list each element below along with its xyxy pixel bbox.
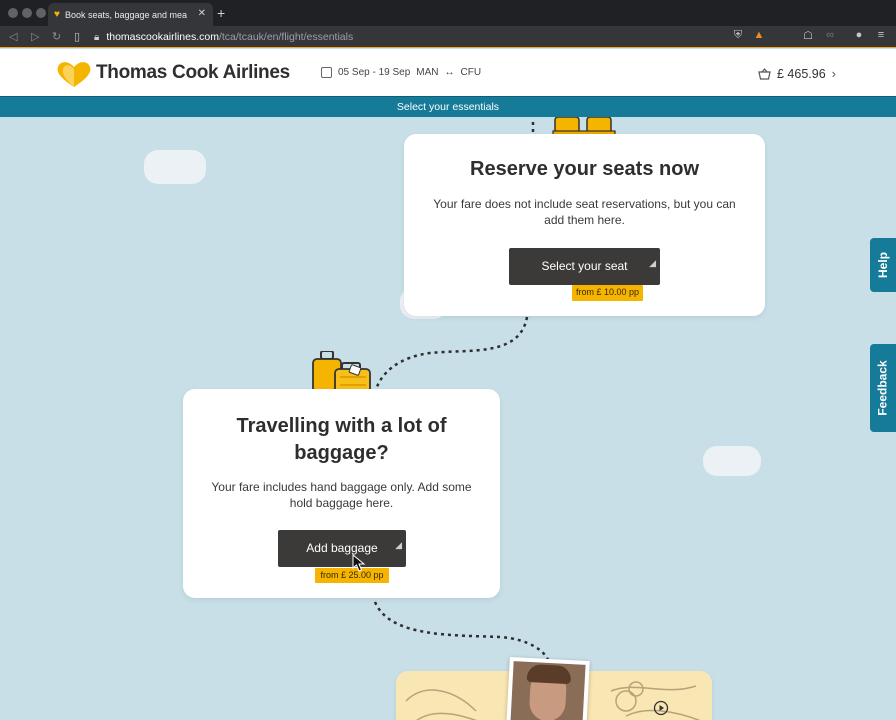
feedback-label: Feedback [876,360,891,416]
route-to: CFU [460,67,482,78]
reload-icon[interactable]: ↻ [52,30,61,43]
profile-avatar-icon[interactable]: ● [852,29,866,43]
basket-total: £ 465.96 [777,66,826,81]
route-from: MAN [416,67,439,78]
thomas-cook-heart-icon[interactable] [56,60,92,88]
feedback-tab[interactable]: Feedback [870,344,896,432]
back-icon[interactable]: ◁ [9,30,17,43]
mouse-cursor-icon [352,554,366,572]
resize-corner-icon: ◢ [649,258,656,268]
lock-icon: 🔒︎ [94,31,100,43]
new-tab-icon[interactable]: + [217,5,225,21]
play-icon[interactable] [653,700,669,716]
video-thumbnail[interactable] [506,656,590,720]
seat-price-badge: from £ 10.00 pp [572,285,643,301]
essentials-banner: Select your essentials [0,96,896,117]
baggage-card: Travelling with a lot of baggage? Your f… [183,389,500,598]
extension-icon[interactable]: ☖ [801,29,815,43]
address-bar[interactable]: 🔒︎ thomascookairlines.com/tca/tcauk/en/f… [94,28,724,46]
help-label: Help [876,251,891,279]
baggage-title-line2: baggage? [294,442,389,464]
reserve-seats-description: Your fare does not include seat reservat… [433,197,736,227]
add-baggage-label: Add baggage [306,541,378,555]
route-arrow: ↔ [444,67,455,78]
browser-tab-active[interactable]: ♥ Book seats, baggage and meals ✕ [48,3,213,26]
minimize-window-dot[interactable] [22,8,32,18]
close-tab-icon[interactable]: ✕ [198,8,206,19]
resize-corner-icon: ◢ [395,540,402,550]
select-seat-label: Select your seat [541,259,628,273]
reserve-seats-title: Reserve your seats now [470,158,699,180]
menu-icon[interactable]: ≡ [874,29,888,43]
browser-toolbar: ◁ ▷ ↻ ▯ 🔒︎ thomascookairlines.com/tca/tc… [0,26,896,48]
url-path: /tca/tcauk/en/flight/essentials [218,31,354,43]
calendar-icon [321,67,332,78]
forward-icon[interactable]: ▷ [31,30,39,43]
baggage-description: Your fare includes hand baggage only. Ad… [211,480,472,510]
chevron-right-icon: › [831,66,837,81]
trip-dates: 05 Sep - 19 Sep [338,67,411,78]
help-tab[interactable]: Help [870,238,896,292]
brave-shield-icon[interactable]: ⛨ [731,29,745,43]
basket-summary[interactable]: £ 465.96 › [758,66,836,81]
person-photo [510,661,586,720]
baggage-title-line1: Travelling with a lot of [236,415,447,437]
link-icon[interactable]: ∞ [823,29,837,43]
trip-summary[interactable]: 05 Sep - 19 Sep MAN ↔ CFU [321,67,481,78]
browser-tabbar: ♥ Book seats, baggage and meals ✕ + [0,0,896,26]
heart-favicon-icon: ♥ [54,9,60,20]
maximize-window-dot[interactable] [36,8,46,18]
add-baggage-button[interactable]: Add baggage ◢ [278,530,406,567]
baggage-title: Travelling with a lot of baggage? [183,413,500,467]
tab-title: Book seats, baggage and meals [64,9,187,20]
reserve-seats-card: Reserve your seats now Your fare does no… [404,134,765,316]
basket-icon [758,67,771,80]
rewards-triangle-icon[interactable]: ▲ [752,29,766,43]
url-host: thomascookairlines.com [106,31,219,43]
brand-name[interactable]: Thomas Cook Airlines [96,62,290,84]
select-seat-button[interactable]: Select your seat ◢ [509,248,660,285]
bookmark-icon[interactable]: ▯ [74,30,80,43]
close-window-dot[interactable] [8,8,18,18]
